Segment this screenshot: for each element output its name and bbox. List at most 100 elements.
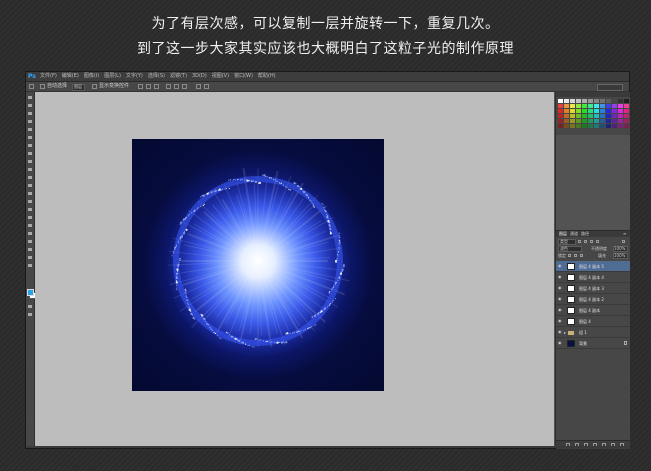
layer-name[interactable]: 图层 4 [579,316,591,327]
align-bottom-icon[interactable] [154,84,159,89]
layer-name[interactable]: 图层 4 副本 2 [579,294,604,305]
color-swatch[interactable] [606,99,611,103]
distribute-icon[interactable] [196,84,201,89]
color-swatch[interactable] [576,104,581,108]
visibility-eye-icon[interactable]: ◉ [558,297,563,301]
foreground-color-swatch[interactable] [27,289,34,296]
auto-select-checkbox[interactable] [40,84,45,89]
color-swatch[interactable] [558,104,563,108]
layer-name[interactable]: 组 1 [579,327,587,338]
tab-layers[interactable]: 图层 [559,231,567,237]
layer-row[interactable]: ◉ 图层 4 副本 3 [556,283,630,294]
color-swatch[interactable] [582,124,587,128]
color-swatch[interactable] [564,119,569,123]
color-swatch[interactable] [582,109,587,113]
color-swatch[interactable] [588,104,593,108]
color-swatch[interactable] [570,119,575,123]
color-swatch[interactable] [570,114,575,118]
visibility-eye-icon[interactable]: ◉ [558,330,563,334]
menu-view[interactable]: 视图(V) [212,72,229,81]
menu-help[interactable]: 帮助(H) [258,72,276,81]
color-swatch[interactable] [624,124,629,128]
color-swatch[interactable] [576,114,581,118]
color-swatch[interactable] [618,114,623,118]
color-swatch[interactable] [618,99,623,103]
color-swatch[interactable] [570,109,575,113]
color-swatch[interactable] [624,99,629,103]
color-swatch[interactable] [588,99,593,103]
color-swatch[interactable] [612,109,617,113]
color-swatch[interactable] [612,99,617,103]
color-swatch[interactable] [624,119,629,123]
filter-adjust-icon[interactable] [584,240,587,243]
color-swatch[interactable] [570,104,575,108]
eraser-tool-icon[interactable] [27,175,33,180]
color-swatch[interactable] [612,114,617,118]
color-swatch[interactable] [576,109,581,113]
color-swatch[interactable] [558,124,563,128]
menu-layer[interactable]: 图层(L) [104,72,121,81]
layer-row[interactable]: ◉ ▸ 组 1 [556,327,630,338]
layer-name[interactable]: 背景 [579,338,587,349]
swatches-panel-tabs[interactable] [556,92,630,97]
color-swatch[interactable] [570,124,575,128]
history-brush-tool-icon[interactable] [27,167,33,172]
color-swatch[interactable] [558,109,563,113]
color-swatch[interactable] [576,99,581,103]
menu-image[interactable]: 图像(I) [84,72,99,81]
align-center-icon[interactable] [174,84,179,89]
menu-3d[interactable]: 3D(D) [192,72,207,81]
gradient-tool-icon[interactable] [27,183,33,188]
eyedropper-tool-icon[interactable] [27,135,33,140]
menu-select[interactable]: 选择(S) [148,72,165,81]
layer-row[interactable]: ◉ 图层 4 [556,316,630,327]
zoom-tool-icon[interactable] [27,247,33,252]
color-swatch[interactable] [564,124,569,128]
workspace-dropdown[interactable] [597,84,623,91]
color-swatch[interactable] [612,124,617,128]
layer-row[interactable]: ◉ 图层 4 副本 2 [556,294,630,305]
color-swatch[interactable] [558,114,563,118]
color-swatch[interactable] [606,104,611,108]
color-swatch[interactable] [582,99,587,103]
marquee-tool-icon[interactable] [27,103,33,108]
lock-pixels-icon[interactable] [568,254,571,257]
color-swatch[interactable] [606,124,611,128]
stamp-tool-icon[interactable] [27,159,33,164]
type-tool-icon[interactable] [27,215,33,220]
color-swatch[interactable] [594,109,599,113]
menu-edit[interactable]: 编辑(E) [62,72,79,81]
pen-tool-icon[interactable] [27,207,33,212]
color-swatch[interactable] [618,119,623,123]
color-swatch[interactable] [600,99,605,103]
color-swatch[interactable] [582,119,587,123]
menu-file[interactable]: 文件(F) [40,72,57,81]
layer-row[interactable]: ◉ 图层 4 副本 4 [556,272,630,283]
color-swatch[interactable] [564,109,569,113]
color-swatch[interactable] [600,109,605,113]
layer-row[interactable]: ◉ 背景 [556,338,630,349]
filter-shape-icon[interactable] [596,240,599,243]
menu-window[interactable]: 窗口(W) [234,72,253,81]
color-swatch[interactable] [600,124,605,128]
move-tool-icon[interactable] [29,84,34,89]
color-swatch[interactable] [594,114,599,118]
color-swatch[interactable] [594,104,599,108]
document-canvas[interactable] [132,139,384,391]
color-swatch[interactable] [624,104,629,108]
layer-name[interactable]: 图层 4 副本 3 [579,283,604,294]
layer-name[interactable]: 图层 4 副本 [579,305,600,316]
visibility-eye-icon[interactable]: ◉ [558,275,563,279]
filter-pixel-icon[interactable] [578,240,581,243]
screen-mode-icon[interactable] [27,312,33,317]
color-swatch[interactable] [588,109,593,113]
visibility-eye-icon[interactable]: ◉ [558,319,563,323]
blur-tool-icon[interactable] [27,191,33,196]
color-swatch[interactable] [564,114,569,118]
color-swatch[interactable] [558,99,563,103]
quick-mask-icon[interactable] [27,304,33,309]
visibility-eye-icon[interactable]: ◉ [558,308,563,312]
visibility-eye-icon[interactable]: ◉ [558,341,563,345]
swatches-grid[interactable] [558,99,629,128]
color-swatch[interactable] [570,99,575,103]
